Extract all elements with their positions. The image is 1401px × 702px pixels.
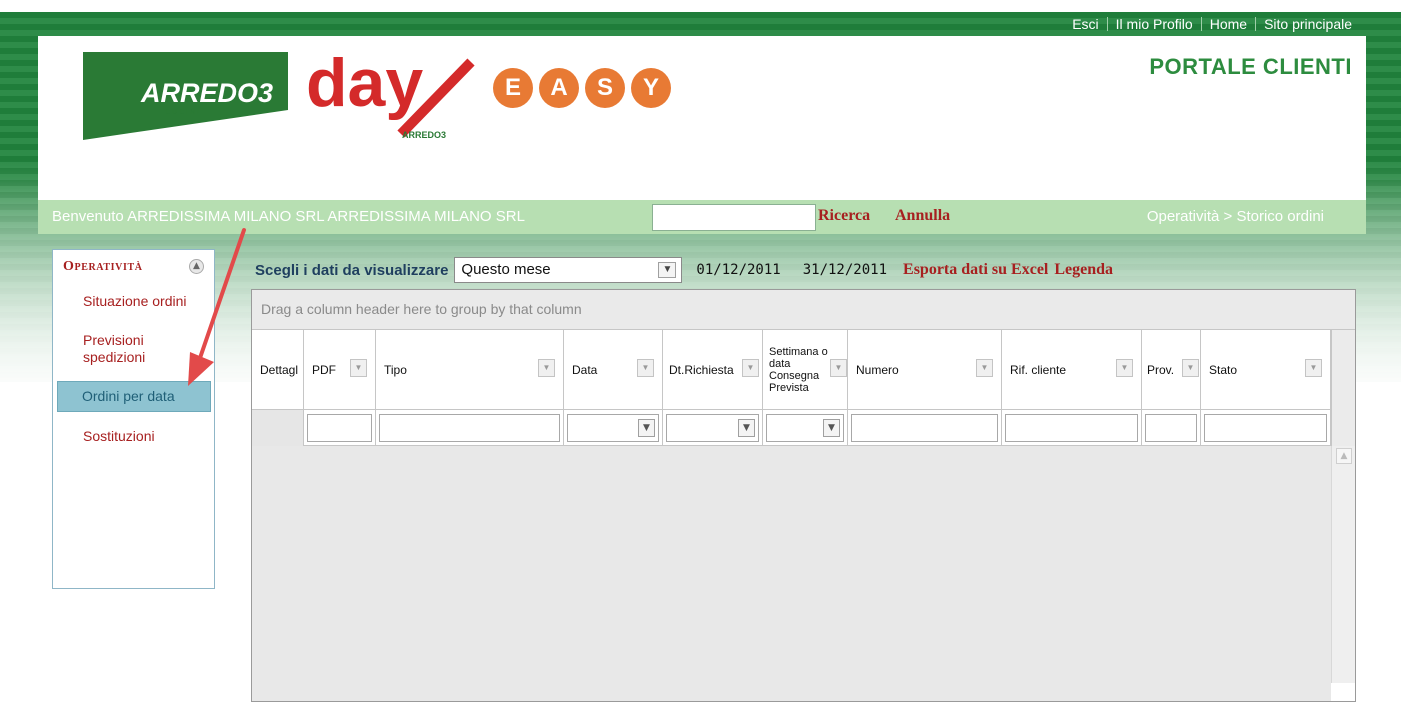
controls-row: Scegli i dati da visualizzare Questo mes… bbox=[255, 256, 1113, 284]
scroll-up-icon[interactable]: ▲ bbox=[1336, 448, 1352, 464]
home-link[interactable]: Home bbox=[1202, 16, 1255, 32]
column-header-label: Data bbox=[572, 363, 598, 377]
column-header-label: Dt.Richiesta bbox=[669, 363, 734, 377]
chevron-down-icon[interactable]: ▼ bbox=[823, 419, 840, 437]
filter-input-prov[interactable] bbox=[1145, 414, 1197, 442]
filter-cell-empty bbox=[252, 410, 304, 446]
filter-select-dt-richiesta[interactable]: ▼ bbox=[666, 414, 759, 442]
arredo3-logo-text: ARREDO3 bbox=[140, 78, 273, 108]
sidebar-title: Operatività bbox=[63, 259, 143, 274]
column-header-consegna-prevista[interactable]: Settimana o data Consegna Prevista ▼ bbox=[763, 330, 848, 410]
chevron-down-icon[interactable]: ▼ bbox=[638, 419, 655, 437]
easy-logo-letter: Y bbox=[631, 68, 671, 108]
annotation-arrow bbox=[188, 228, 246, 386]
portal-title: PORTALE CLIENTI bbox=[1149, 54, 1352, 79]
column-header-label: Tipo bbox=[384, 363, 407, 377]
filter-icon[interactable]: ▼ bbox=[830, 359, 847, 377]
column-header-label: Numero bbox=[856, 363, 899, 377]
day-logo-subtext: ARREDO3 bbox=[402, 130, 446, 140]
filter-icon[interactable]: ▼ bbox=[1116, 359, 1133, 377]
column-header-data[interactable]: Data ▼ bbox=[564, 330, 663, 410]
arredo3-logo[interactable]: ARREDO3 C U C I N E bbox=[83, 50, 293, 140]
legend-link[interactable]: Legenda bbox=[1054, 261, 1113, 279]
logout-link[interactable]: Esci bbox=[1064, 16, 1106, 32]
grid-filter-row: ▼ ▼ ▼ bbox=[252, 410, 1331, 446]
day-logo[interactable]: day ARREDO3 bbox=[306, 42, 476, 142]
filter-icon[interactable]: ▼ bbox=[538, 359, 555, 377]
filter-select-consegna-prevista[interactable]: ▼ bbox=[766, 414, 844, 442]
easy-logo-letter: E bbox=[493, 68, 533, 108]
column-header-label: Prov. bbox=[1147, 363, 1175, 377]
filter-icon[interactable]: ▼ bbox=[976, 359, 993, 377]
column-header-label: Settimana o data Consegna Prevista bbox=[769, 346, 828, 394]
export-excel-link[interactable]: Esporta dati su Excel bbox=[903, 261, 1048, 279]
column-header-stato[interactable]: Stato ▼ bbox=[1201, 330, 1331, 410]
filter-input-tipo[interactable] bbox=[379, 414, 560, 442]
search-input[interactable] bbox=[652, 204, 816, 231]
filter-input-numero[interactable] bbox=[851, 414, 998, 442]
header-scroll-spacer bbox=[1331, 330, 1355, 446]
column-header-dt-richiesta[interactable]: Dt.Richiesta ▼ bbox=[663, 330, 763, 410]
easy-logo: E A S Y bbox=[493, 68, 673, 118]
column-header-tipo[interactable]: Tipo ▼ bbox=[376, 330, 564, 410]
column-header-label: Rif. cliente bbox=[1010, 363, 1067, 377]
column-header-numero[interactable]: Numero ▼ bbox=[848, 330, 1002, 410]
profile-link[interactable]: Il mio Profilo bbox=[1108, 16, 1201, 32]
column-header-pdf[interactable]: PDF ▼ bbox=[304, 330, 376, 410]
vertical-scrollbar[interactable]: ▲ bbox=[1331, 446, 1355, 683]
orders-grid: Drag a column header here to group by th… bbox=[251, 289, 1356, 702]
search-link[interactable]: Ricerca bbox=[818, 207, 870, 225]
filter-icon[interactable]: ▼ bbox=[1182, 359, 1199, 377]
easy-logo-letter: S bbox=[585, 68, 625, 108]
date-to: 31/12/2011 bbox=[802, 262, 888, 278]
main-site-link[interactable]: Sito principale bbox=[1256, 16, 1360, 32]
sidebar-item-previsioni-spedizioni[interactable]: Previsioni spedizioni bbox=[57, 332, 177, 366]
choose-data-label: Scegli i dati da visualizzare bbox=[255, 261, 449, 279]
column-header-prov[interactable]: Prov. ▼ bbox=[1142, 330, 1201, 410]
scroll-corner bbox=[1331, 683, 1355, 701]
day-logo-text: day bbox=[306, 45, 423, 121]
cancel-link[interactable]: Annulla bbox=[895, 207, 950, 225]
header-panel: ARREDO3 C U C I N E day ARREDO3 E A S Y … bbox=[38, 36, 1366, 200]
column-header-label: Stato bbox=[1209, 363, 1238, 377]
period-select-value: Questo mese bbox=[461, 261, 551, 278]
arredo3-logo-subtext: C U C I N E bbox=[165, 109, 202, 116]
column-header-label: Dettagl bbox=[260, 363, 299, 377]
column-header-dettagli[interactable]: Dettagl bbox=[252, 330, 304, 410]
filter-icon[interactable]: ▼ bbox=[1305, 359, 1322, 377]
easy-logo-letter: A bbox=[539, 68, 579, 108]
welcome-text: Benvenuto ARREDISSIMA MILANO SRL ARREDIS… bbox=[52, 208, 525, 225]
filter-icon[interactable]: ▼ bbox=[637, 359, 654, 377]
date-from: 01/12/2011 bbox=[696, 262, 781, 278]
filter-input-pdf[interactable] bbox=[307, 414, 372, 442]
column-header-label: PDF bbox=[312, 363, 336, 377]
grid-header-row: Dettagl PDF ▼ Tipo ▼ Data ▼ Dt.Richiesta… bbox=[252, 330, 1331, 410]
filter-icon[interactable]: ▼ bbox=[350, 359, 367, 377]
period-select[interactable]: Questo mese ▼ bbox=[454, 257, 683, 283]
chevron-down-icon[interactable]: ▼ bbox=[738, 419, 755, 437]
filter-icon[interactable]: ▼ bbox=[742, 359, 759, 377]
breadcrumb: Operatività > Storico ordini bbox=[1146, 208, 1324, 225]
filter-select-data[interactable]: ▼ bbox=[567, 414, 659, 442]
filter-input-stato[interactable] bbox=[1204, 414, 1327, 442]
chevron-down-icon[interactable]: ▼ bbox=[658, 262, 677, 278]
group-by-panel[interactable]: Drag a column header here to group by th… bbox=[252, 290, 1355, 330]
filter-input-rif-cliente[interactable] bbox=[1005, 414, 1138, 442]
column-header-rif-cliente[interactable]: Rif. cliente ▼ bbox=[1002, 330, 1142, 410]
top-nav: Esci Il mio Profilo Home Sito principale bbox=[0, 12, 1360, 36]
sidebar-item-sostituzioni[interactable]: Sostituzioni bbox=[57, 428, 211, 444]
